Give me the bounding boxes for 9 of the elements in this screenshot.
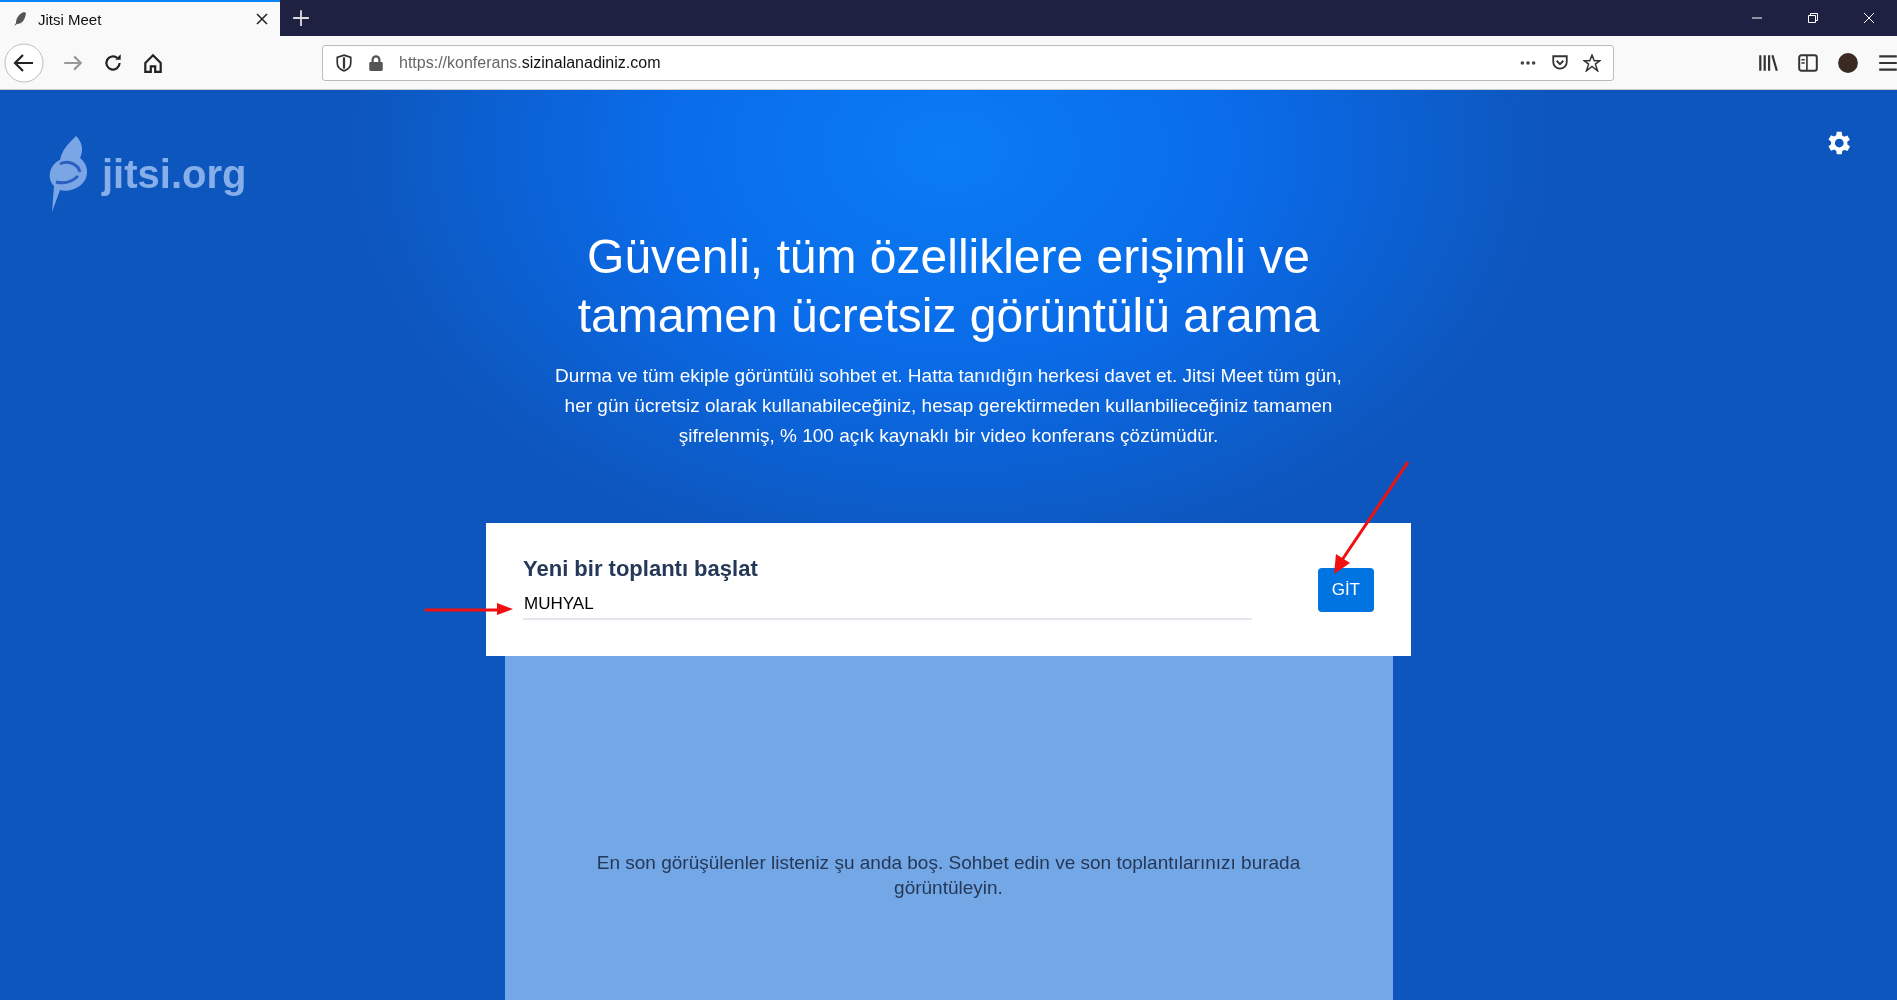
address-bar[interactable]: https://konferans.sizinalanadiniz.com [322, 44, 1614, 81]
description-text: Durma ve tüm ekiple görüntülü sohbet et. Hatta tanıdığın herkesi davet et. Jitsi Meet tüm gün, her gün ücretsiz olarak kullanabileceğiniz, hesap gerektirmeden kullanbilieceğiniz tamamen şifrelenmiş, % 100 açık kaynaklı bir video konferans çözümüdür. [554, 364, 1343, 448]
browser-tab[interactable]: Jitsi Meet [0, 0, 280, 36]
logo-text: jitsi.org [102, 151, 247, 197]
empty-list-message: En son görüşülenler listeniz şu anda boş. Sohbet edin ve son toplantılarınızı burada görüntüleyin. [595, 851, 1302, 900]
card-title: Yeni bir toplantı başlat [523, 555, 759, 582]
go-button[interactable]: GİT [1317, 567, 1374, 612]
url-text[interactable]: https://konferans.sizinalanadiniz.com [399, 53, 661, 72]
page-heading: Güvenli, tüm özelliklere erişimli ve tamamen ücretsiz görüntülü arama [576, 229, 1321, 344]
